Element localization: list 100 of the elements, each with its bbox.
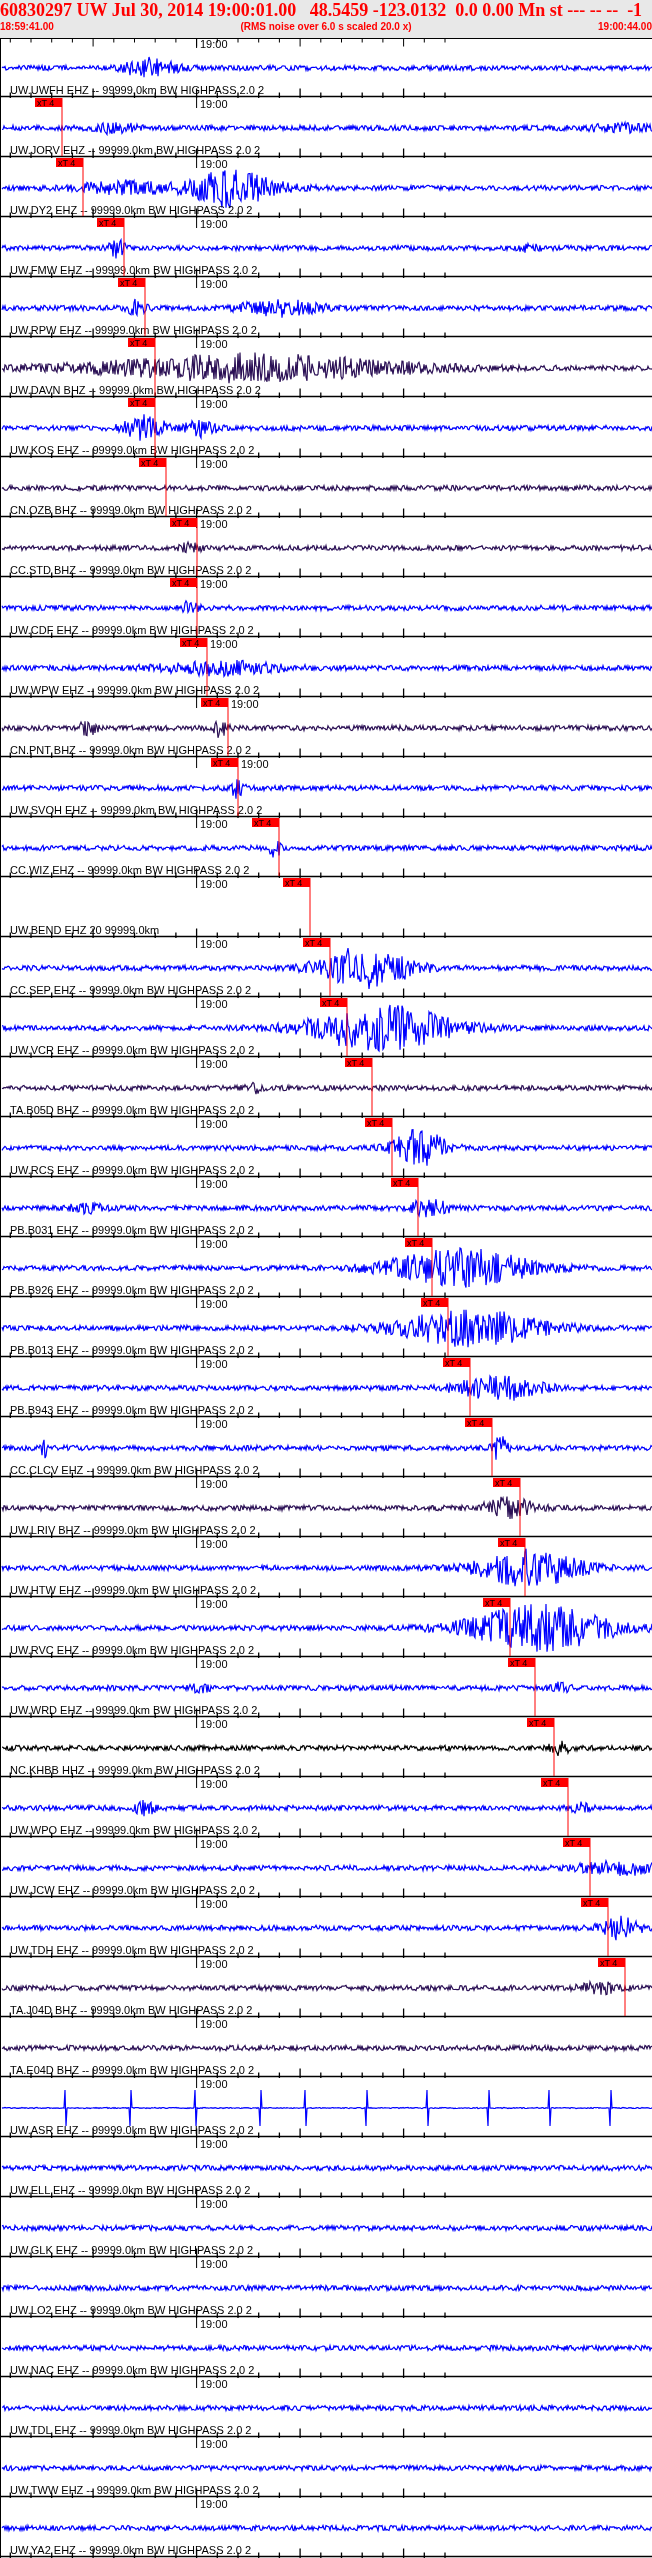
minute-tick bbox=[196, 458, 198, 469]
time-label: 19:00 bbox=[200, 1058, 228, 1070]
channel-label: TA.E04D BHZ -- 99999.0km BW HIGHPASS 2.0 2 bbox=[10, 2064, 255, 2076]
minute-tick bbox=[196, 2438, 198, 2449]
minute-tick bbox=[196, 878, 198, 889]
time-label: 19:00 bbox=[200, 2258, 228, 2270]
minute-tick bbox=[196, 1298, 198, 1309]
minute-tick bbox=[196, 1778, 198, 1789]
minute-tick bbox=[196, 158, 198, 169]
minute-tick bbox=[196, 1058, 198, 1069]
channel-label: CC.WIZ EHZ -- 99999.0km BW HIGHPASS 2.0 2 bbox=[10, 864, 250, 876]
time-label: 19:00 bbox=[200, 458, 228, 470]
time-label: 19:00 bbox=[200, 2498, 228, 2510]
minute-tick bbox=[196, 218, 198, 229]
minute-tick bbox=[196, 2138, 198, 2149]
minute-tick bbox=[196, 1718, 198, 1729]
minute-tick bbox=[196, 1418, 198, 1429]
scale-note: (RMS noise over 6.0 s scaled 20.0 x) bbox=[240, 20, 412, 33]
time-label: 19:00 bbox=[200, 1958, 228, 1970]
minute-tick bbox=[196, 1118, 198, 1129]
channel-label: UW.GLK EHZ -- 99999.0km BW HIGHPASS 2.0 2 bbox=[10, 2244, 254, 2256]
time-label: 19:00 bbox=[241, 758, 269, 770]
time-label: 19:00 bbox=[200, 1478, 228, 1490]
minute-tick bbox=[196, 278, 198, 289]
channel-label: UW.SVOH EHZ -- 99999.0km BW HIGHPASS 2.0 2 bbox=[10, 804, 263, 816]
channel-label: UW.VCR EHZ -- 99999.0km BW HIGHPASS 2.0 2 bbox=[10, 1044, 255, 1056]
minute-tick bbox=[196, 1478, 198, 1489]
channel-label: TA.J04D BHZ -- 99999.0km BW HIGHPASS 2.0 2 bbox=[10, 2004, 253, 2016]
channel-label: UW.DAVN BHZ -- 99999.0km BW HIGHPASS 2.0 2 bbox=[10, 384, 261, 396]
channel-label: CC.CLCV EHZ -- 99999.0km BW HIGHPASS 2.0 2 bbox=[10, 1464, 259, 1476]
minute-tick bbox=[196, 998, 198, 1009]
minute-tick bbox=[196, 338, 198, 349]
channel-label: PB.B943 EHZ -- 99999.0km BW HIGHPASS 2.0 2 bbox=[10, 1404, 254, 1416]
channel-label: UW.LO2 EHZ -- 99999.0km BW HIGHPASS 2.0 2 bbox=[10, 2304, 252, 2316]
channel-label: UW.YA2 EHZ -- 99999.0km BW HIGHPASS 2.0 2 bbox=[10, 2544, 252, 2556]
minute-tick bbox=[196, 2198, 198, 2209]
time-label: 19:00 bbox=[200, 2078, 228, 2090]
minute-tick bbox=[196, 938, 198, 949]
channel-label: CC.SEP EHZ -- 99999.0km BW HIGHPASS 2.0 2 bbox=[10, 984, 252, 996]
time-label: 19:00 bbox=[200, 1778, 228, 1790]
time-label: 19:00 bbox=[200, 818, 228, 830]
time-label: 19:00 bbox=[200, 2438, 228, 2450]
time-label: 19:00 bbox=[200, 878, 228, 890]
time-label: 19:00 bbox=[200, 2378, 228, 2390]
time-label: 19:00 bbox=[200, 2018, 228, 2030]
channel-label: UW.TWW EHZ -- 99999.0km BW HIGHPASS 2.0 2 bbox=[10, 2484, 259, 2496]
event-title: 60830297 UW Jul 30, 2014 19:00:01.00 48.5459 -123.0132 0.0 0.00 Mn st --- -- -- -1 bbox=[0, 0, 643, 20]
time-label: 19:00 bbox=[200, 1178, 228, 1190]
channel-label: UW.JCW EHZ -- 99999.0km BW HIGHPASS 2.0 2 bbox=[10, 1884, 255, 1896]
time-label: 19:00 bbox=[200, 1298, 228, 1310]
time-label: 19:00 bbox=[200, 518, 228, 530]
minute-tick bbox=[196, 1958, 198, 1969]
minute-tick bbox=[196, 1538, 198, 1549]
channel-label: TA.B05D BHZ -- 99999.0km BW HIGHPASS 2.0 2 bbox=[10, 1104, 255, 1116]
time-label: 19:00 bbox=[200, 278, 228, 290]
start-time: 18:59:41.00 bbox=[0, 20, 54, 33]
minute-tick bbox=[196, 1598, 198, 1609]
minute-tick bbox=[196, 1898, 198, 1909]
channel-label: PB.B013 EHZ -- 99999.0km BW HIGHPASS 2.0 2 bbox=[10, 1344, 254, 1356]
time-label: 19:00 bbox=[200, 218, 228, 230]
time-label: 19:00 bbox=[200, 998, 228, 1010]
time-label: 19:00 bbox=[231, 698, 259, 710]
time-label: 19:00 bbox=[200, 158, 228, 170]
time-label: 19:00 bbox=[200, 2318, 228, 2330]
time-label: 19:00 bbox=[200, 338, 228, 350]
time-label: 19:00 bbox=[200, 38, 228, 50]
channel-label: UW.KOS EHZ -- 99999.0km BW HIGHPASS 2.0 2 bbox=[10, 444, 255, 456]
time-label: 19:00 bbox=[200, 98, 228, 110]
channel-label: UW.ASR EHZ -- 99999.0km BW HIGHPASS 2.0 2 bbox=[10, 2124, 254, 2136]
channel-label: UW.WPW EHZ -- 99999.0km BW HIGHPASS 2.0 2 bbox=[10, 684, 260, 696]
channel-label: UW.HTW EHZ -- 99999.0km BW HIGHPASS 2.0 2 bbox=[10, 1584, 257, 1596]
channel-label: NC.KHBB HHZ -- 99999.0km BW HIGHPASS 2.0 2 bbox=[10, 1764, 260, 1776]
minute-tick bbox=[196, 2318, 198, 2329]
end-time: 19:00:44.00 bbox=[598, 20, 652, 33]
channel-label: UW.CDF EHZ -- 99999.0km BW HIGHPASS 2.0 2 bbox=[10, 624, 254, 636]
minute-tick bbox=[196, 2018, 198, 2029]
minute-tick bbox=[196, 758, 198, 769]
time-label: 19:00 bbox=[210, 638, 238, 650]
minute-tick bbox=[196, 2498, 198, 2509]
channel-label: UW.FMW EHZ -- 99999.0km BW HIGHPASS 2.0 2 bbox=[10, 264, 258, 276]
minute-tick bbox=[196, 1658, 198, 1669]
minute-tick bbox=[196, 1358, 198, 1369]
channel-label: UW.DY2 EHZ -- 99999.0km BW HIGHPASS 2.0 2 bbox=[10, 204, 253, 216]
minute-tick bbox=[196, 1838, 198, 1849]
channel-label: UW.WRD EHZ -- 99999.0km BW HIGHPASS 2.0 2 bbox=[10, 1704, 258, 1716]
channel-label: UW.WPO EHZ -- 99999.0km BW HIGHPASS 2.0 2 bbox=[10, 1824, 258, 1836]
channel-label: UW.TDL EHZ -- 99999.0km BW HIGHPASS 2.0 2 bbox=[10, 2424, 252, 2436]
channel-label: UW.BEND EHZ 20 99999.0km bbox=[10, 924, 160, 936]
time-label: 19:00 bbox=[200, 1358, 228, 1370]
minute-tick bbox=[196, 2078, 198, 2089]
minute-tick bbox=[196, 2378, 198, 2389]
minute-tick bbox=[196, 1238, 198, 1249]
channel-label: UW.JORV EHZ -- 99999.0km BW HIGHPASS 2.0 2 bbox=[10, 144, 261, 156]
time-label: 19:00 bbox=[200, 1538, 228, 1550]
minute-tick bbox=[196, 98, 198, 109]
minute-tick bbox=[196, 2258, 198, 2269]
time-label: 19:00 bbox=[200, 938, 228, 950]
minute-tick bbox=[196, 818, 198, 829]
channel-label: PB.B926 EHZ -- 99999.0km BW HIGHPASS 2.0 2 bbox=[10, 1284, 254, 1296]
time-label: 19:00 bbox=[200, 1598, 228, 1610]
